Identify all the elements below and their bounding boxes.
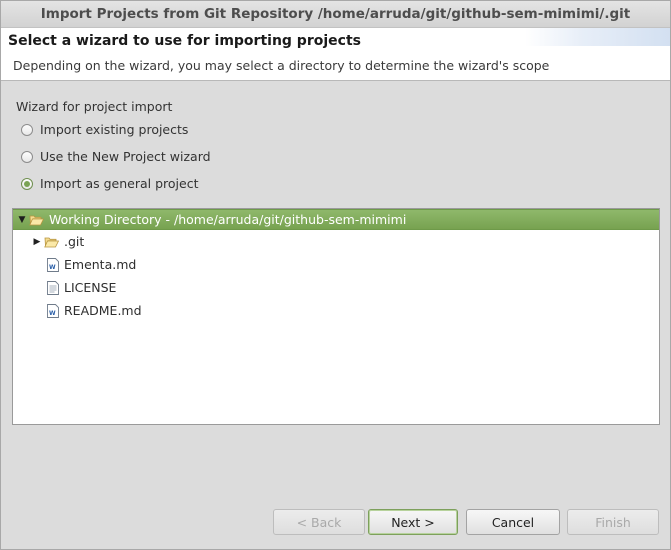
wizard-page-description: Depending on the wizard, you may select …: [13, 58, 550, 73]
wizard-content: Wizard for project import Import existin…: [1, 81, 670, 549]
folder-icon: [44, 236, 59, 248]
tree-item-ementa[interactable]: W Ementa.md: [13, 255, 659, 275]
cancel-button[interactable]: Cancel: [466, 509, 560, 535]
open-folder-icon: [29, 214, 44, 226]
working-directory-tree[interactable]: ▼ Working Directory - /home/arruda/git/g…: [12, 208, 660, 425]
option-label: Import as general project: [40, 176, 199, 191]
header-banner-decoration: [525, 28, 670, 46]
tree-item-working-directory[interactable]: ▼ Working Directory - /home/arruda/git/g…: [13, 209, 659, 230]
tree-item-label: Ementa.md: [64, 257, 137, 272]
tree-item-label: .git: [64, 234, 85, 249]
wizard-header: Select a wizard to use for importing pro…: [1, 28, 670, 81]
tree-item-label: README.md: [64, 303, 142, 318]
radio-button[interactable]: [21, 150, 33, 163]
radio-button-checked[interactable]: [21, 177, 33, 190]
markdown-file-icon: W: [47, 304, 59, 318]
option-label: Import existing projects: [40, 122, 189, 137]
tree-item-license[interactable]: LICENSE: [13, 278, 659, 298]
back-button[interactable]: < Back: [273, 509, 365, 535]
tree-item-label: Working Directory - /home/arruda/git/git…: [49, 211, 407, 227]
finish-button[interactable]: Finish: [567, 509, 659, 535]
collapsed-arrow-icon[interactable]: ▶: [30, 235, 44, 249]
option-import-existing-projects[interactable]: Import existing projects: [21, 122, 188, 137]
dialog-button-bar: < Back Next > Cancel Finish: [1, 499, 670, 549]
tree-item-readme[interactable]: W README.md: [13, 301, 659, 321]
tree-item-git-folder[interactable]: ▶ .git: [13, 232, 659, 252]
text-file-icon: [47, 281, 59, 295]
window-title: Import Projects from Git Repository /hom…: [1, 1, 670, 28]
svg-text:W: W: [49, 310, 56, 317]
wizard-page-title: Select a wizard to use for importing pro…: [8, 33, 361, 49]
import-dialog: Import Projects from Git Repository /hom…: [0, 0, 671, 550]
tree-item-label: LICENSE: [64, 280, 117, 295]
radio-button[interactable]: [21, 123, 33, 136]
wizard-group-label: Wizard for project import: [16, 99, 173, 114]
next-button[interactable]: Next >: [368, 509, 458, 535]
option-label: Use the New Project wizard: [40, 149, 211, 164]
svg-text:W: W: [49, 264, 56, 271]
option-new-project-wizard[interactable]: Use the New Project wizard: [21, 149, 211, 164]
option-import-general-project[interactable]: Import as general project: [21, 176, 198, 191]
markdown-file-icon: W: [47, 258, 59, 272]
expanded-arrow-icon[interactable]: ▼: [15, 213, 29, 227]
